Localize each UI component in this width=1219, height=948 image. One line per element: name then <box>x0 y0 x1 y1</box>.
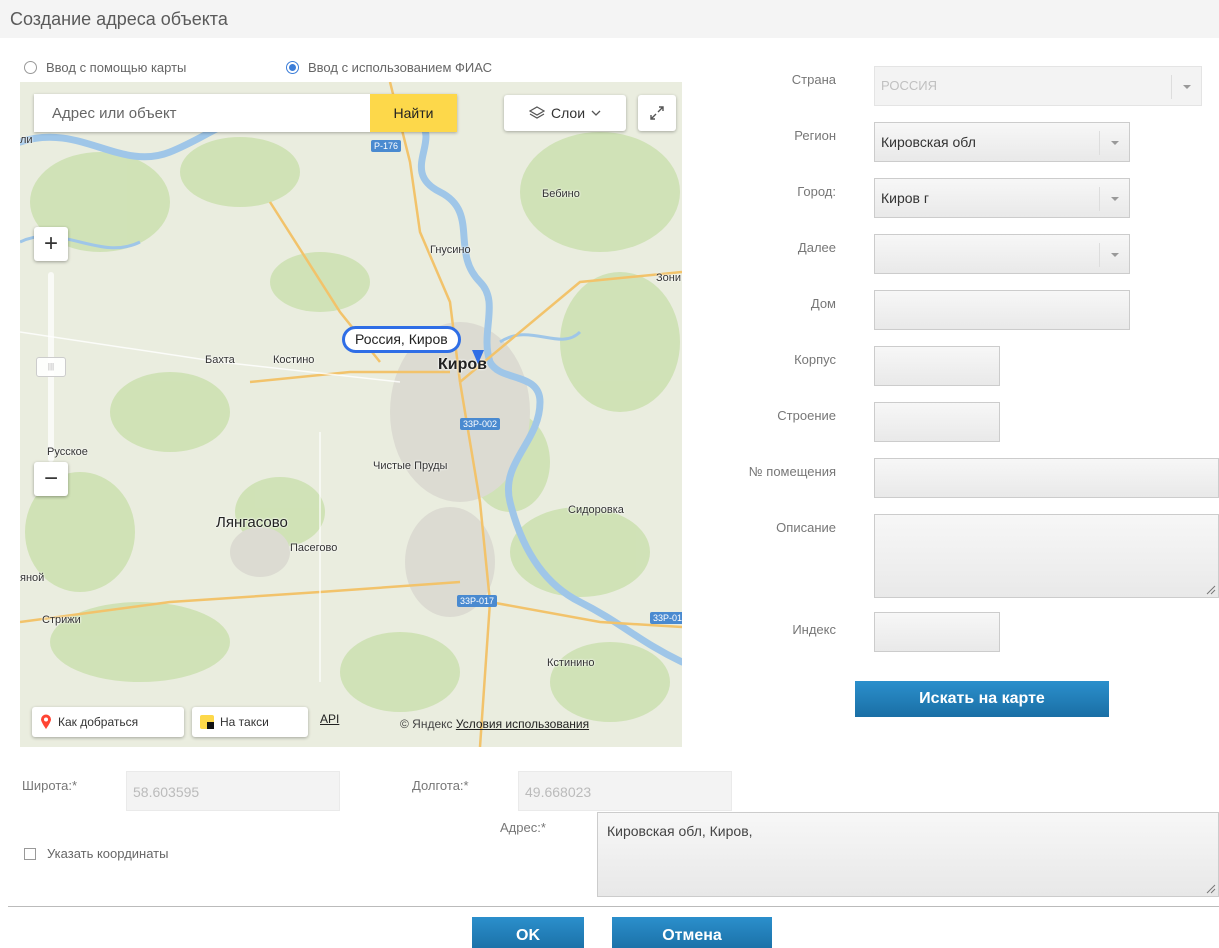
dialog-header: Создание адреса объекта <box>0 0 1219 38</box>
radio-selected-icon[interactable] <box>286 61 299 74</box>
further-select[interactable] <box>874 234 1130 274</box>
longitude-input[interactable]: 49.668023 <box>518 771 732 811</box>
address-value: Кировская обл, Киров, <box>607 823 753 839</box>
specify-coords-checkbox[interactable] <box>24 848 36 860</box>
road-label: Р-176 <box>371 140 402 152</box>
map-search-input[interactable] <box>34 94 370 132</box>
map-copyright: © Яндекс Условия использования <box>400 717 589 731</box>
api-link[interactable]: API <box>320 712 339 726</box>
latitude-input[interactable]: 58.603595 <box>126 771 340 811</box>
taxi-button[interactable]: На такси <box>192 707 308 737</box>
zoom-out-button[interactable]: − <box>34 462 68 496</box>
map-fullscreen-button[interactable] <box>638 95 676 131</box>
house-label: Дом <box>810 296 836 311</box>
ok-button[interactable]: OK <box>472 917 584 948</box>
chevron-down-icon[interactable] <box>1099 243 1129 267</box>
building-input[interactable] <box>874 346 1000 386</box>
map-find-button[interactable]: Найти <box>370 94 457 132</box>
place-label: яной <box>20 572 45 584</box>
plus-icon: + <box>43 230 58 257</box>
dialog-title: Создание адреса объекта <box>10 9 228 29</box>
taxi-icon <box>200 715 214 729</box>
map-view[interactable]: Найти Слои + ||| − Р-176 33Р-002 33Р-017… <box>20 82 682 747</box>
balloon-pointer <box>472 350 484 364</box>
place-label: Зони <box>656 272 681 284</box>
road-label: 33Р-002 <box>460 418 501 430</box>
chevron-down-icon <box>1171 75 1201 99</box>
chevron-down-icon[interactable] <box>1099 187 1129 211</box>
place-label: Русское <box>47 446 88 458</box>
city-label: Город: <box>797 184 836 199</box>
specify-coords-label: Указать координаты <box>47 846 169 861</box>
cancel-button[interactable]: Отмена <box>612 917 772 948</box>
map-layers-button[interactable]: Слои <box>504 95 626 131</box>
country-value: РОССИЯ <box>881 78 938 93</box>
place-label: Чистые Пруды <box>373 460 448 472</box>
latitude-label: Широта:* <box>22 778 78 793</box>
place-label: Сидоровка <box>568 504 624 516</box>
mode-map-label: Ввод с помощью карты <box>46 60 187 75</box>
index-label: Индекс <box>792 622 836 637</box>
address-textarea[interactable]: Кировская обл, Киров, <box>597 812 1219 897</box>
layers-icon <box>528 106 545 119</box>
resize-handle-icon[interactable] <box>1206 585 1216 595</box>
taxi-label: На такси <box>220 715 269 729</box>
chevron-down-icon <box>591 110 601 116</box>
region-select[interactable]: Кировская обл <box>874 122 1130 162</box>
location-pin-icon <box>41 714 51 729</box>
road-label: 33Р-01 <box>650 612 682 624</box>
resize-handle-icon[interactable] <box>1206 884 1216 894</box>
zoom-slider-handle[interactable]: ||| <box>36 357 66 377</box>
route-button[interactable]: Как добраться <box>32 707 184 737</box>
expand-icon <box>650 106 664 120</box>
terms-link[interactable]: Условия использования <box>456 717 589 731</box>
structure-input[interactable] <box>874 402 1000 442</box>
layers-label: Слои <box>550 105 586 121</box>
house-input[interactable] <box>874 290 1130 330</box>
mode-fias-radio[interactable]: Ввод с использованием ФИАС <box>286 60 492 75</box>
room-label: № помещения <box>748 464 836 479</box>
description-textarea[interactable] <box>874 514 1219 598</box>
place-label: Бахта <box>205 354 235 366</box>
place-label: ли <box>20 134 33 146</box>
zoom-in-button[interactable]: + <box>34 227 68 261</box>
region-label: Регион <box>794 128 836 143</box>
road-label: 33Р-017 <box>457 595 498 607</box>
copyright-text: © Яндекс <box>400 717 453 731</box>
country-select: РОССИЯ <box>874 66 1202 106</box>
footer-divider <box>8 906 1219 907</box>
map-terrain <box>20 82 682 747</box>
chevron-down-icon[interactable] <box>1099 131 1129 155</box>
city-select[interactable]: Киров г <box>874 178 1130 218</box>
city-value: Киров г <box>881 190 929 206</box>
region-value: Кировская обл <box>881 134 976 150</box>
place-label: Лянгасово <box>216 514 288 531</box>
place-label: Пасегово <box>290 542 338 554</box>
place-label: Стрижи <box>42 614 81 626</box>
room-input[interactable] <box>874 458 1219 498</box>
further-label: Далее <box>797 240 836 255</box>
structure-label: Строение <box>777 408 836 423</box>
route-label: Как добраться <box>58 715 139 729</box>
place-label: Кстинино <box>547 657 595 669</box>
place-label: Бебино <box>542 188 580 200</box>
mode-fias-label: Ввод с использованием ФИАС <box>308 60 493 75</box>
building-label: Корпус <box>794 352 836 367</box>
address-label: Адрес:* <box>500 820 546 835</box>
radio-icon[interactable] <box>24 61 37 74</box>
longitude-label: Долгота:* <box>412 778 469 793</box>
map-balloon[interactable]: Россия, Киров <box>342 326 461 353</box>
map-search-box: Найти <box>34 94 457 132</box>
index-input[interactable] <box>874 612 1000 652</box>
country-label: Страна <box>791 72 836 87</box>
place-label: Гнусино <box>430 244 471 256</box>
mode-map-radio[interactable]: Ввод с помощью карты <box>24 60 186 75</box>
description-label: Описание <box>776 520 836 535</box>
place-label: Костино <box>273 354 315 366</box>
minus-icon: − <box>43 465 58 492</box>
search-on-map-button[interactable]: Искать на карте <box>855 681 1109 717</box>
